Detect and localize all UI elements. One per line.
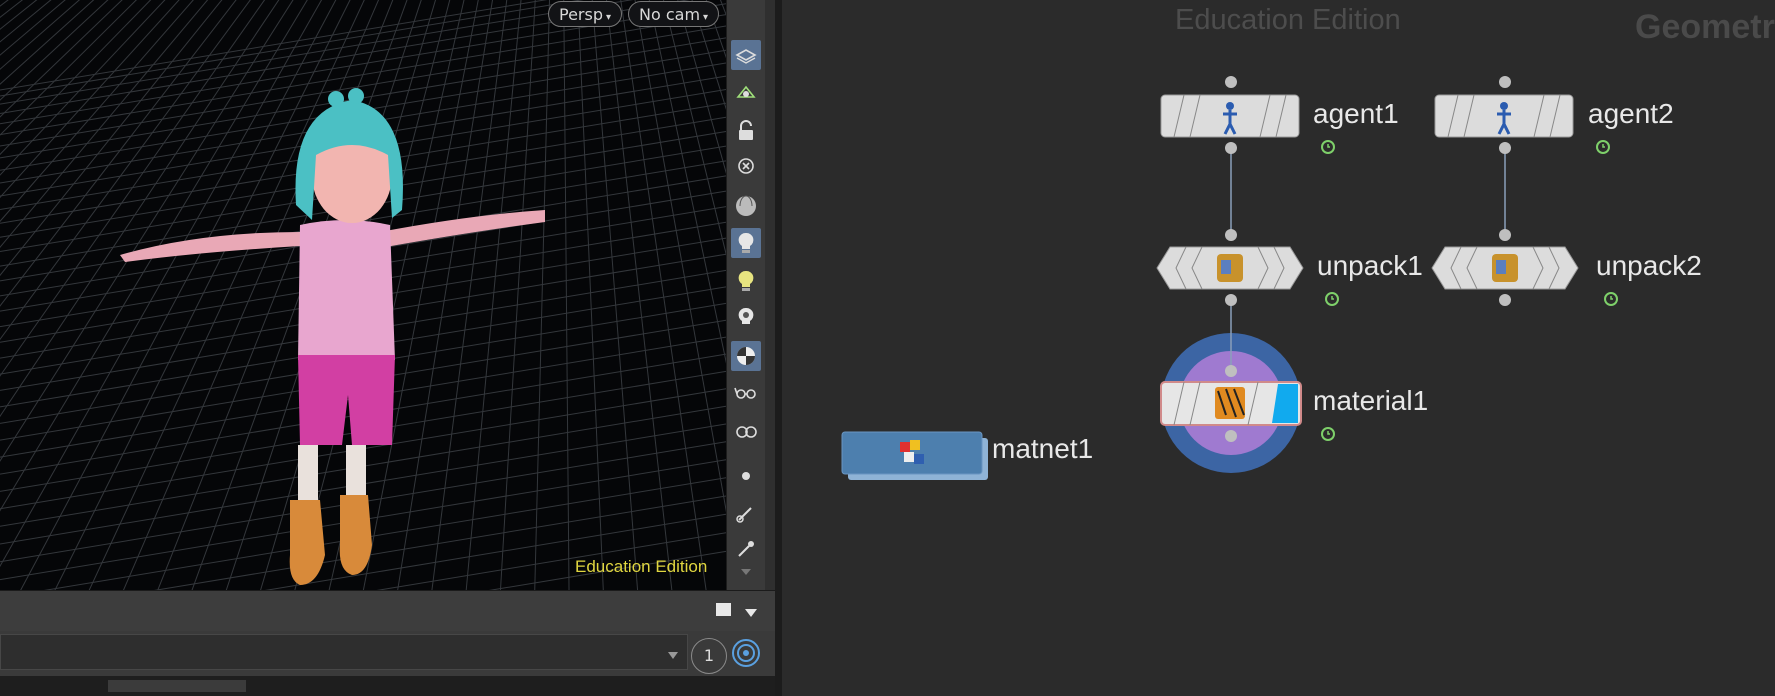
bottom-panel: 1: [0, 590, 775, 696]
glasses-icon[interactable]: [731, 378, 761, 408]
brush-icon[interactable]: [731, 498, 761, 528]
ground-grid: [0, 0, 726, 590]
light-bulb-icon[interactable]: [731, 266, 761, 296]
panel-header: [0, 590, 775, 631]
agent1-output[interactable]: [1225, 142, 1237, 154]
character-model: [120, 88, 545, 585]
dropper-icon[interactable]: [731, 534, 761, 564]
checker-icon[interactable]: [731, 341, 761, 371]
lock-icon[interactable]: [731, 116, 761, 146]
material1-input[interactable]: [1225, 365, 1237, 377]
camera-eye-icon[interactable]: [731, 416, 761, 446]
unpack2-label: unpack2: [1596, 250, 1702, 281]
material1-output[interactable]: [1225, 430, 1237, 442]
unpack2-input[interactable]: [1499, 229, 1511, 241]
material1-node[interactable]: [1160, 381, 1302, 426]
network-editor[interactable]: Education Edition Geometr agent1 agent2: [782, 0, 1775, 696]
camera-view-menu[interactable]: Persp ▾: [548, 1, 623, 27]
panel-menu-icon[interactable]: [744, 603, 758, 622]
scene-viewport[interactable]: Persp ▾ No cam ▾ Education Edition: [0, 0, 726, 590]
matnet1-label: matnet1: [992, 433, 1094, 464]
ghost-close-icon[interactable]: [731, 153, 761, 183]
clock-icon: [1321, 427, 1335, 441]
clock-icon: [1325, 292, 1339, 306]
shading-sphere-icon[interactable]: [731, 191, 761, 221]
timeline-slider[interactable]: [108, 680, 246, 692]
frame-badge[interactable]: 1: [691, 638, 727, 674]
toolbar-more-icon[interactable]: [731, 562, 761, 582]
display-options-icon[interactable]: [731, 40, 761, 70]
matnet1-node[interactable]: [840, 430, 992, 484]
target-icon[interactable]: [731, 638, 761, 668]
viewport-display-toolbar: [726, 0, 766, 590]
unpack1-input[interactable]: [1225, 229, 1237, 241]
clock-icon: [1321, 140, 1335, 154]
agent2-label: agent2: [1588, 98, 1674, 129]
agent1-label: agent1: [1313, 98, 1399, 129]
snap-icon[interactable]: [731, 78, 761, 108]
agent1-node[interactable]: [1160, 94, 1300, 138]
pane-divider[interactable]: [775, 0, 782, 696]
unpack2-output[interactable]: [1499, 294, 1511, 306]
dot-icon[interactable]: [731, 461, 761, 491]
status-strip: [0, 676, 775, 696]
material1-label: material1: [1313, 385, 1429, 416]
agent1-input[interactable]: [1225, 76, 1237, 88]
camera-label: No cam: [639, 5, 701, 24]
viewport-watermark: Education Edition: [575, 557, 708, 576]
unpack1-label: unpack1: [1317, 250, 1423, 281]
chevron-down-icon: [667, 645, 679, 664]
light-add-icon[interactable]: [731, 303, 761, 333]
clock-icon: [1604, 292, 1618, 306]
maximize-icon[interactable]: [716, 603, 731, 616]
agent2-input[interactable]: [1499, 76, 1511, 88]
headlight-icon[interactable]: [731, 228, 761, 258]
agent2-node[interactable]: [1434, 94, 1574, 138]
agent2-output[interactable]: [1499, 142, 1511, 154]
clock-icon: [1596, 140, 1610, 154]
unpack1-output[interactable]: [1225, 294, 1237, 306]
path-dropdown[interactable]: [0, 634, 688, 670]
camera-menu[interactable]: No cam ▾: [628, 1, 720, 27]
toolbar-scrollbar[interactable]: [765, 0, 775, 590]
unpack2-node[interactable]: [1431, 246, 1579, 290]
camera-view-label: Persp: [559, 5, 603, 24]
unpack1-node[interactable]: [1156, 246, 1304, 290]
